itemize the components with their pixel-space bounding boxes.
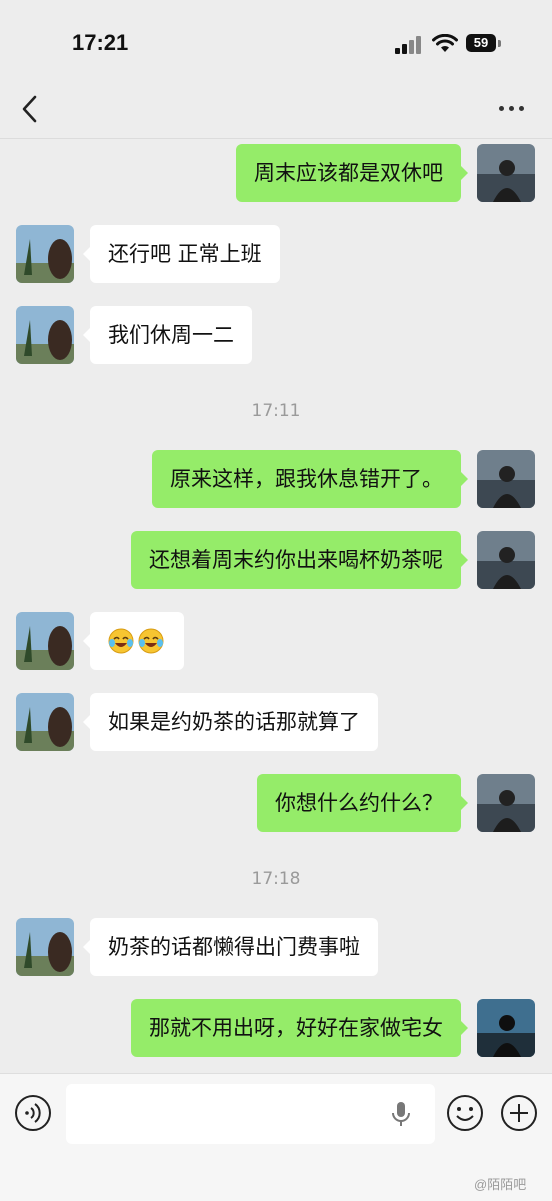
message-bubble-outgoing[interactable]: 你想什么约什么？ — [257, 774, 468, 832]
plus-circle-icon[interactable] — [500, 1094, 538, 1132]
laughing-crying-emoji-icon — [138, 628, 164, 654]
message-bubble-incoming[interactable]: 还行吧 正常上班 — [83, 225, 280, 283]
wifi-icon — [432, 34, 458, 52]
contact-avatar[interactable] — [16, 612, 74, 670]
chat-header — [0, 88, 552, 139]
message-bubble-outgoing[interactable]: 原来这样，跟我休息错开了。 — [152, 450, 468, 508]
contact-avatar[interactable] — [16, 693, 74, 751]
status-time: 17:21 — [72, 30, 129, 55]
contact-avatar[interactable] — [16, 306, 74, 364]
my-avatar[interactable] — [477, 450, 535, 508]
laughing-crying-emoji-icon — [108, 628, 134, 654]
contact-avatar[interactable] — [16, 225, 74, 283]
message-bubble-incoming[interactable]: 我们休周一二 — [83, 306, 252, 364]
time-divider: 17:11 — [251, 401, 301, 421]
message-bubble-incoming[interactable]: 如果是约奶茶的话那就算了 — [83, 693, 378, 751]
time-divider: 17:18 — [251, 869, 301, 889]
my-avatar[interactable] — [477, 144, 535, 202]
more-dots-icon[interactable] — [497, 104, 527, 114]
message-bubble-outgoing[interactable]: 周末应该都是双休吧 — [236, 144, 468, 202]
smiley-icon[interactable] — [446, 1094, 484, 1132]
battery-icon: 59 — [466, 34, 502, 54]
message-bubble-incoming[interactable] — [83, 612, 184, 670]
message-input[interactable] — [66, 1084, 435, 1144]
status-bar: 17:21 59 — [0, 0, 552, 88]
watermark: @陌陌吧 — [474, 1177, 527, 1192]
message-list: 周末应该都是双休吧 还行吧 正常上班 我们休周一二 17:11 原来这样，跟我休… — [0, 139, 552, 1073]
contact-avatar[interactable] — [16, 918, 74, 976]
my-avatar[interactable] — [477, 774, 535, 832]
chevron-left-icon[interactable] — [18, 94, 42, 124]
cellular-signal-icon — [395, 36, 423, 54]
voice-icon[interactable] — [14, 1094, 52, 1132]
my-avatar[interactable] — [477, 531, 535, 589]
microphone-icon[interactable] — [390, 1100, 412, 1128]
my-avatar[interactable] — [477, 999, 535, 1057]
message-bubble-outgoing[interactable]: 那就不用出呀，好好在家做宅女 — [131, 999, 468, 1057]
input-bar: @陌陌吧 — [0, 1073, 552, 1201]
message-bubble-outgoing[interactable]: 还想着周末约你出来喝杯奶茶呢 — [131, 531, 468, 589]
message-bubble-incoming[interactable]: 奶茶的话都懒得出门费事啦 — [83, 918, 378, 976]
battery-level: 59 — [466, 34, 496, 52]
